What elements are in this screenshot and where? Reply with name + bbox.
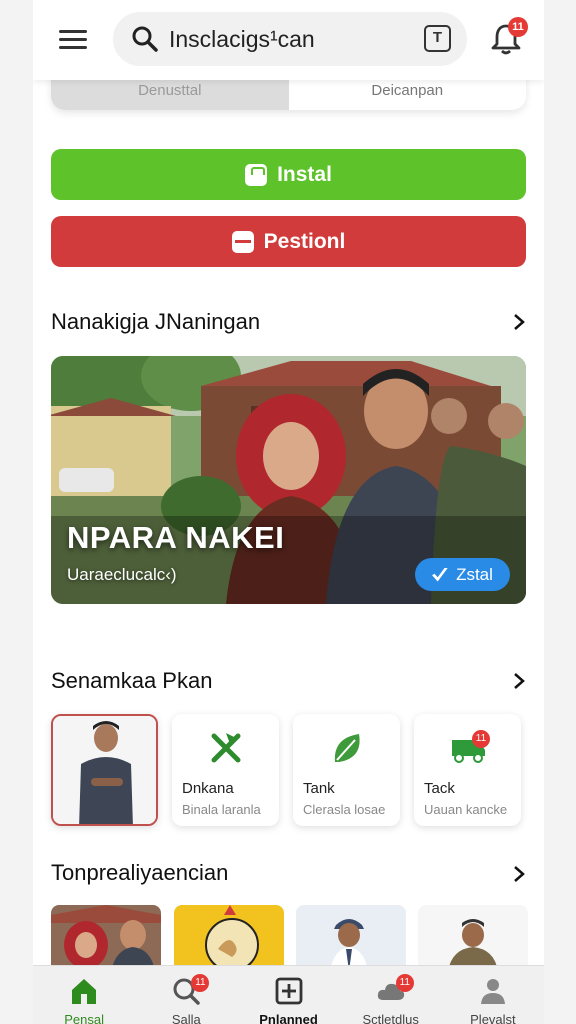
card-subtitle: Clerasla losae bbox=[303, 802, 386, 817]
thumbnail-4[interactable] bbox=[418, 905, 528, 971]
top-bar: Insclacigs¹can T 11 bbox=[33, 0, 544, 80]
rocket-icon bbox=[432, 567, 449, 582]
chevron-right-icon[interactable] bbox=[511, 866, 527, 882]
section-title-recommended: Tonprealiyaencian bbox=[51, 860, 229, 885]
nav-item-profile[interactable]: Plevalst bbox=[442, 966, 544, 1024]
section-title-services: Senamkaa Pkan bbox=[51, 668, 213, 693]
nav-label: Plevalst bbox=[470, 1012, 516, 1024]
thumbnail-2[interactable] bbox=[174, 905, 284, 971]
position-button[interactable]: Pestionl bbox=[51, 216, 526, 267]
nav-item-add[interactable]: Pnlanned bbox=[237, 966, 339, 1024]
menu-icon[interactable] bbox=[59, 26, 91, 54]
hero-install-pill[interactable]: Zstal bbox=[415, 558, 510, 591]
text-tool-icon[interactable]: T bbox=[424, 25, 451, 52]
hero-pill-label: Zstal bbox=[456, 564, 493, 584]
nav-label: Pensal bbox=[64, 1012, 104, 1024]
nav-label: Sctletdlus bbox=[362, 1012, 419, 1024]
section-title-featured: Nanakigja JNaningan bbox=[51, 309, 261, 334]
nav-item-search[interactable]: 11 Salla bbox=[135, 966, 237, 1024]
card-subtitle: Binala laranla bbox=[182, 802, 261, 817]
card-icon bbox=[231, 230, 254, 253]
card-badge: 11 bbox=[472, 730, 490, 748]
card-dnkana[interactable]: Dnkana Binala laranla bbox=[172, 714, 279, 826]
leaf-icon bbox=[334, 734, 360, 762]
thumbnail-3[interactable] bbox=[296, 905, 406, 971]
hero-card[interactable]: NPARA NAKEI Uaraeclucalc‹) Zstal bbox=[51, 356, 526, 604]
nav-item-cloud[interactable]: 11 Sctletdlus bbox=[340, 966, 442, 1024]
app-screen: Insclacigs¹can T 11 Denusttal Deicanpan … bbox=[33, 0, 544, 1024]
card-title: Dnkana bbox=[182, 780, 234, 797]
nav-badge: 11 bbox=[191, 974, 210, 992]
profile-icon bbox=[480, 979, 505, 1004]
hero-title: NPARA NAKEI bbox=[67, 520, 285, 555]
hero-subtitle: Uaraeclucalc‹) bbox=[67, 565, 177, 584]
bottom-nav: Pensal 11 Salla Pnlanned 11 Sctletdlus P… bbox=[33, 965, 544, 1024]
pickaxe-icon bbox=[211, 733, 241, 763]
chevron-right-icon[interactable] bbox=[511, 314, 527, 330]
position-button-label: Pestionl bbox=[263, 229, 346, 253]
bag-icon bbox=[245, 163, 268, 186]
chevron-right-icon[interactable] bbox=[511, 673, 527, 689]
card-title: Tack bbox=[424, 780, 455, 797]
search-icon bbox=[132, 26, 158, 52]
nav-badge: 11 bbox=[395, 974, 414, 992]
card-tank[interactable]: Tank Clerasla losae bbox=[293, 714, 400, 826]
install-button[interactable]: Instal bbox=[51, 149, 526, 200]
card-tack[interactable]: 11 Tack Uauan kancke bbox=[414, 714, 521, 826]
search-input[interactable]: Insclacigs¹can bbox=[169, 26, 315, 53]
card-photo[interactable] bbox=[51, 714, 158, 826]
notification-badge: 11 bbox=[508, 17, 528, 37]
thumbnail-1[interactable] bbox=[51, 905, 161, 971]
nav-label: Pnlanned bbox=[259, 1012, 318, 1024]
search-bar[interactable]: Insclacigs¹can T bbox=[113, 12, 467, 66]
card-title: Tank bbox=[303, 780, 335, 797]
add-square-icon bbox=[275, 977, 302, 1005]
nav-label: Salla bbox=[171, 1012, 201, 1024]
nav-item-home[interactable]: Pensal bbox=[33, 966, 135, 1024]
card-subtitle: Uauan kancke bbox=[424, 802, 508, 817]
home-icon bbox=[72, 979, 97, 1004]
install-button-label: Instal bbox=[277, 162, 332, 186]
person-photo bbox=[53, 716, 156, 824]
